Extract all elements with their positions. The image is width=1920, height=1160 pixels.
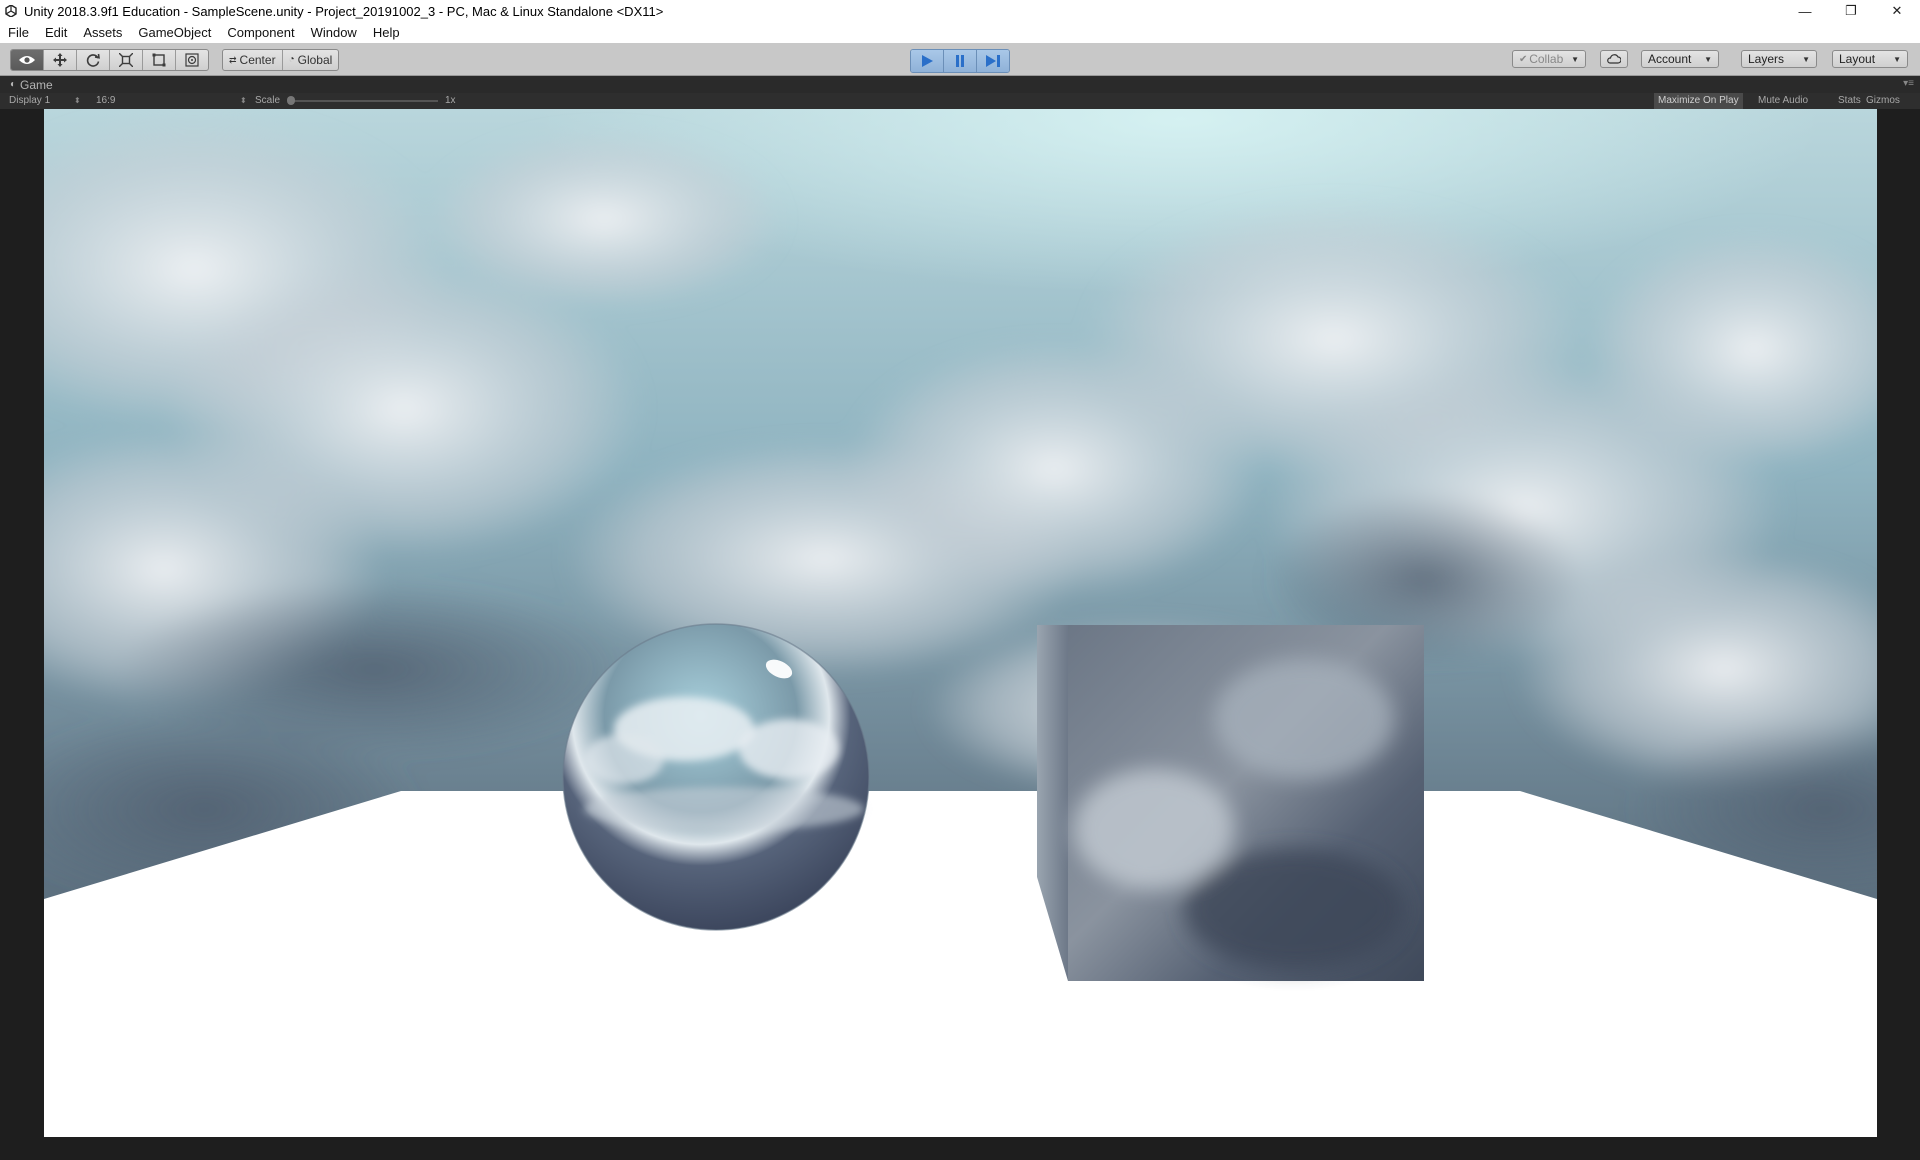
playback-controls bbox=[910, 49, 1010, 73]
scale-icon[interactable] bbox=[110, 50, 143, 70]
menu-component[interactable]: Component bbox=[219, 22, 302, 43]
game-controller-icon: ◐ bbox=[10, 79, 17, 90]
eye-icon[interactable] bbox=[11, 50, 44, 70]
global-icon: ◔ bbox=[288, 54, 295, 65]
pivot-center-icon: ⇄ bbox=[229, 55, 237, 65]
restore-button[interactable]: ❐ bbox=[1828, 0, 1874, 22]
menu-help[interactable]: Help bbox=[365, 22, 408, 43]
chevron-down-icon: ▼ bbox=[1571, 54, 1579, 64]
menu-window[interactable]: Window bbox=[303, 22, 365, 43]
pause-button[interactable] bbox=[944, 50, 977, 72]
game-tab-bar: ◐ Game ▾≡ bbox=[0, 76, 1920, 94]
display-dropdown[interactable]: Display 1 bbox=[9, 93, 50, 109]
play-button[interactable] bbox=[911, 50, 944, 72]
layout-dropdown[interactable]: Layout ▼ bbox=[1832, 50, 1908, 68]
window-title-bar: Unity 2018.3.9f1 Education - SampleScene… bbox=[0, 0, 1920, 22]
menu-bar: File Edit Assets GameObject Component Wi… bbox=[0, 22, 1920, 44]
mute-audio-toggle[interactable]: Mute Audio bbox=[1754, 93, 1812, 109]
step-icon bbox=[986, 55, 1000, 67]
chevron-down-icon: ▼ bbox=[1704, 54, 1712, 64]
minimize-button[interactable]: — bbox=[1782, 0, 1828, 22]
transform-tools bbox=[10, 49, 209, 71]
rect-icon[interactable] bbox=[143, 50, 176, 70]
cloud-icon bbox=[1607, 54, 1621, 64]
bottom-strip bbox=[0, 1137, 1920, 1160]
move-icon[interactable] bbox=[44, 50, 77, 70]
collab-label: Collab bbox=[1529, 52, 1564, 66]
menu-gameobject[interactable]: GameObject bbox=[130, 22, 219, 43]
game-view-toolbar: Display 1 ⬍ 16:9 ⬍ Scale 1x Maximize On … bbox=[0, 93, 1920, 109]
chevron-updown-icon: ⬍ bbox=[74, 96, 81, 105]
account-dropdown[interactable]: Account ▼ bbox=[1641, 50, 1719, 68]
main-toolbar: ⇄ Center ◔ Global ✔ Collab ▼ Account ▼ L… bbox=[0, 43, 1920, 76]
menu-edit[interactable]: Edit bbox=[37, 22, 75, 43]
chevron-down-icon: ▼ bbox=[1893, 54, 1901, 64]
chevron-down-icon: ▼ bbox=[1802, 54, 1810, 64]
transform-icon[interactable] bbox=[176, 50, 208, 70]
scale-label: Scale bbox=[255, 95, 281, 106]
aspect-dropdown[interactable]: 16:9 bbox=[96, 93, 115, 109]
close-button[interactable]: ✕ bbox=[1874, 0, 1920, 22]
layout-label: Layout bbox=[1839, 52, 1876, 66]
layers-label: Layers bbox=[1748, 52, 1785, 66]
tab-game-label: Game bbox=[20, 77, 53, 92]
scale-slider[interactable] bbox=[288, 100, 438, 102]
pivot-center-label: Center bbox=[239, 53, 276, 67]
step-button[interactable] bbox=[977, 50, 1009, 72]
rotate-icon[interactable] bbox=[77, 50, 110, 70]
collab-button[interactable]: ✔ Collab ▼ bbox=[1512, 50, 1586, 68]
pause-icon bbox=[956, 55, 964, 67]
tab-game[interactable]: ◐ Game bbox=[4, 76, 59, 93]
check-icon: ✔ bbox=[1519, 53, 1528, 65]
gizmos-dropdown[interactable]: Gizmos bbox=[1862, 93, 1904, 109]
account-label: Account bbox=[1648, 52, 1692, 66]
scale-value: 1x bbox=[445, 95, 456, 106]
scene-render bbox=[44, 109, 1877, 1137]
layers-dropdown[interactable]: Layers ▼ bbox=[1741, 50, 1817, 68]
game-viewport[interactable] bbox=[44, 109, 1877, 1137]
pivot-controls: ⇄ Center ◔ Global bbox=[222, 49, 340, 71]
menu-file[interactable]: File bbox=[0, 22, 37, 43]
maximize-on-play-toggle[interactable]: Maximize On Play bbox=[1654, 93, 1743, 109]
play-icon bbox=[922, 55, 933, 67]
cube bbox=[1037, 625, 1424, 981]
unity-logo-icon bbox=[4, 4, 18, 18]
pivot-global-button[interactable]: ◔ Global bbox=[283, 50, 339, 70]
reflective-sphere bbox=[562, 623, 870, 931]
chevron-updown-icon: ⬍ bbox=[240, 96, 247, 105]
pivot-global-label: Global bbox=[297, 53, 333, 67]
menu-assets[interactable]: Assets bbox=[75, 22, 130, 43]
cloud-button[interactable] bbox=[1600, 50, 1628, 68]
panel-menu-icon[interactable]: ▾≡ bbox=[1903, 78, 1914, 89]
window-title: Unity 2018.3.9f1 Education - SampleScene… bbox=[24, 3, 664, 19]
pivot-center-button[interactable]: ⇄ Center bbox=[223, 50, 283, 70]
stats-toggle[interactable]: Stats bbox=[1834, 93, 1865, 109]
scale-slider-thumb[interactable] bbox=[287, 96, 295, 105]
